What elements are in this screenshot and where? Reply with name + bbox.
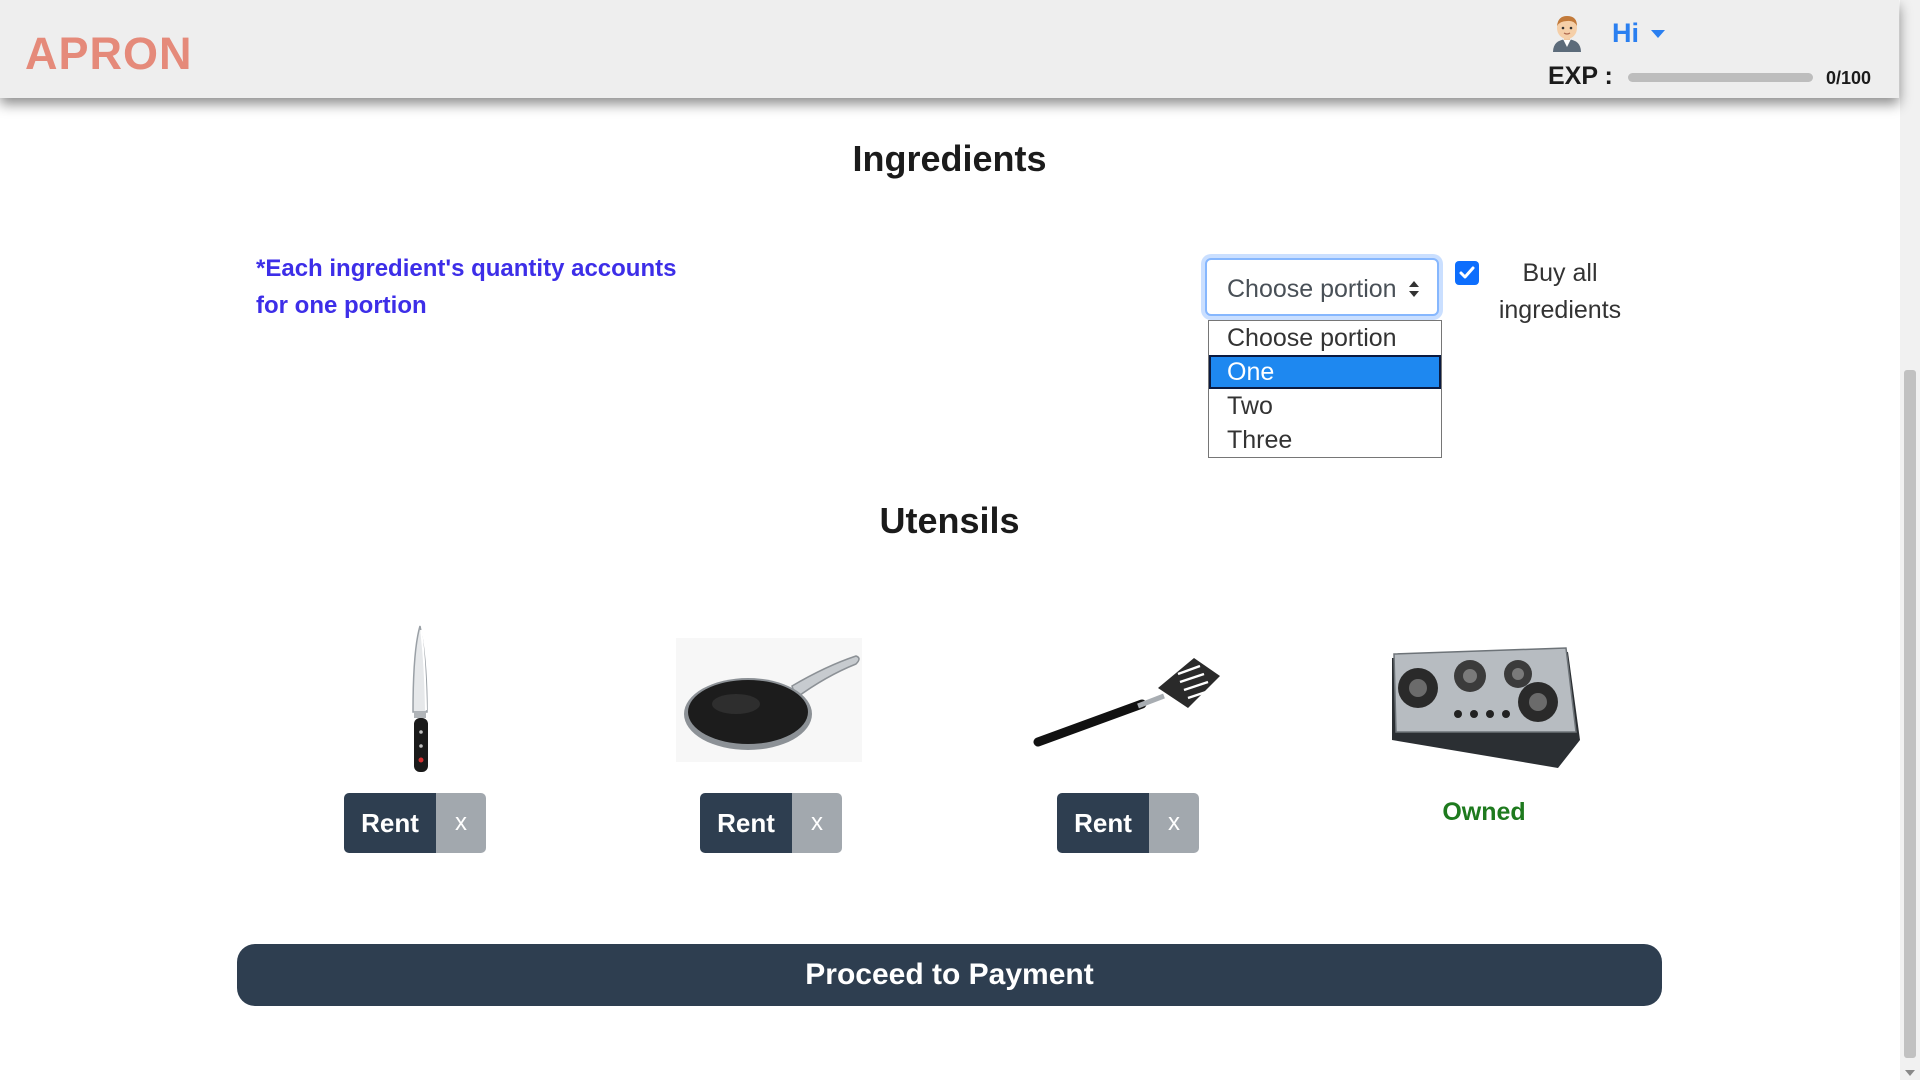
- portion-options-list: Choose portion One Two Three: [1208, 320, 1442, 458]
- app-logo[interactable]: APRON: [25, 28, 193, 80]
- remove-button[interactable]: x: [792, 793, 842, 853]
- ingredients-title: Ingredients: [852, 138, 1047, 179]
- portion-select[interactable]: Choose portion: [1205, 258, 1439, 316]
- user-menu-label: Hi: [1612, 18, 1639, 48]
- portion-note: *Each ingredient's quantity accounts for…: [256, 255, 677, 319]
- pan-rent-group: Rent x: [700, 793, 842, 853]
- knife-icon: [412, 625, 428, 772]
- portion-select-value: Choose portion: [1227, 275, 1397, 303]
- remove-button[interactable]: x: [436, 793, 486, 853]
- top-navbar: APRON Hi EXP : 0/100: [0, 0, 1899, 98]
- portion-option-three[interactable]: Three: [1209, 423, 1441, 457]
- exp-progress-bar: [1628, 73, 1813, 82]
- rent-button[interactable]: Rent: [1057, 793, 1149, 853]
- select-arrows-icon: [1409, 281, 1419, 297]
- gas-stove-icon: [1392, 647, 1580, 768]
- rent-button[interactable]: Rent: [700, 793, 792, 853]
- buy-all-label: Buy all ingredients: [1498, 259, 1622, 324]
- buy-all-checkbox[interactable]: [1455, 261, 1479, 285]
- remove-button[interactable]: x: [1149, 793, 1199, 853]
- user-menu-dropdown[interactable]: Hi: [1612, 18, 1665, 49]
- proceed-to-payment-button[interactable]: Proceed to Payment: [237, 944, 1662, 1006]
- spatula-icon: [1033, 658, 1220, 747]
- chevron-down-icon: [1651, 29, 1665, 38]
- portion-option-choose[interactable]: Choose portion: [1209, 321, 1441, 355]
- frying-pan-icon: [676, 638, 862, 762]
- owned-status-label: Owned: [1442, 798, 1526, 826]
- spatula-rent-group: Rent x: [1057, 793, 1199, 853]
- scroll-down-arrow-icon[interactable]: [1905, 1070, 1915, 1076]
- exp-value: 0/100: [1826, 68, 1872, 88]
- checkmark-icon: [1459, 266, 1475, 279]
- exp-label: EXP :: [1548, 62, 1613, 90]
- scrollbar-thumb[interactable]: [1904, 370, 1916, 1058]
- portion-option-one[interactable]: One: [1209, 355, 1441, 389]
- rent-button[interactable]: Rent: [344, 793, 436, 853]
- knife-rent-group: Rent x: [344, 793, 486, 853]
- utensils-title: Utensils: [879, 500, 1020, 541]
- portion-option-two[interactable]: Two: [1209, 389, 1441, 423]
- page-scrollbar[interactable]: [1900, 0, 1920, 1080]
- user-avatar-icon[interactable]: [1550, 14, 1584, 52]
